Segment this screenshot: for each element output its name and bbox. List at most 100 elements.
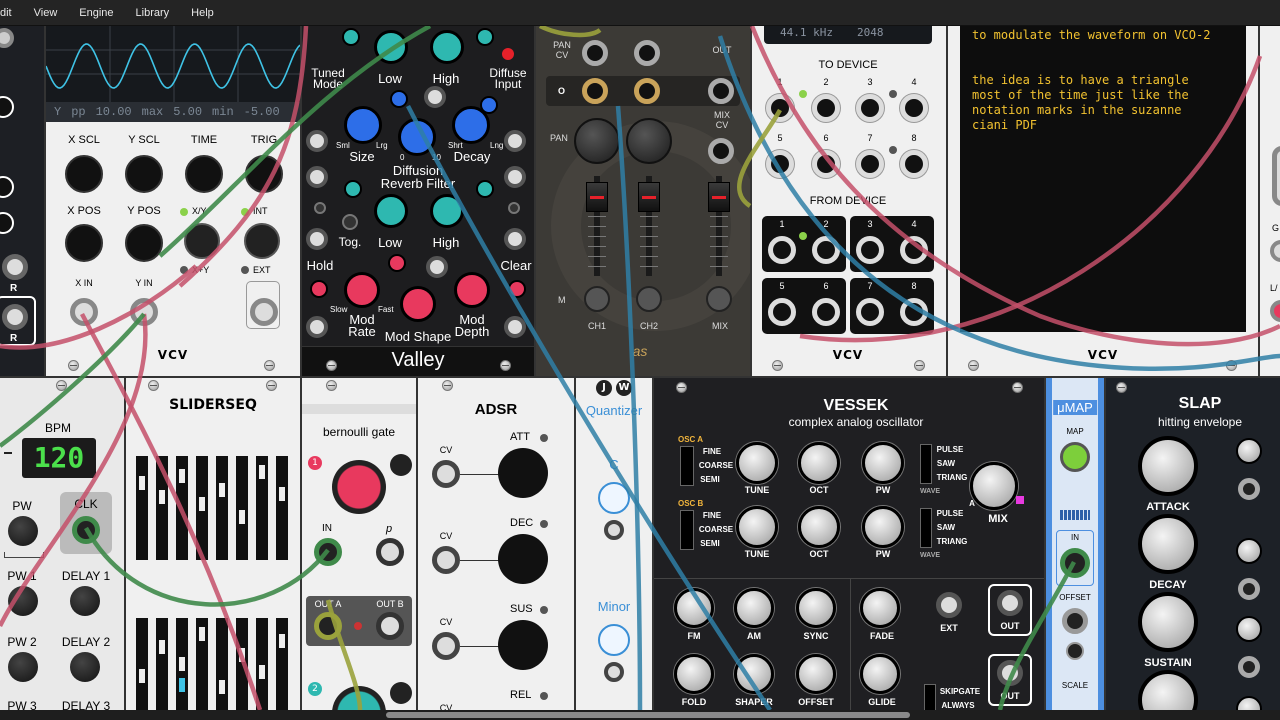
root-cv-jack[interactable]: [604, 520, 624, 540]
menu-item-0[interactable]: dit: [0, 0, 23, 26]
audio-in-jack-4[interactable]: [900, 236, 928, 264]
jack[interactable]: [504, 130, 526, 152]
step-slider[interactable]: [276, 618, 288, 710]
sus-cv-jack[interactable]: [432, 632, 460, 660]
audio-out-jack-8[interactable]: [900, 150, 928, 178]
step-slider[interactable]: [176, 618, 188, 710]
x-scale-knob[interactable]: [65, 155, 103, 193]
range-switch-b[interactable]: [680, 510, 694, 550]
jack[interactable]: [426, 256, 448, 278]
mod-shape-knob[interactable]: [400, 286, 436, 322]
step-slider[interactable]: [276, 456, 288, 560]
slider-handle[interactable]: [199, 627, 205, 642]
step-slider[interactable]: [216, 618, 228, 710]
release-knob[interactable]: [1138, 670, 1198, 710]
channel-2-input[interactable]: [634, 78, 660, 104]
jack[interactable]: [306, 228, 328, 250]
audio-in-jack-5[interactable]: [768, 298, 796, 326]
bpm-display[interactable]: 120: [22, 438, 96, 478]
fold-knob[interactable]: [674, 654, 714, 694]
shaper-knob[interactable]: [734, 654, 774, 694]
step-slider[interactable]: [156, 456, 168, 560]
fader-handle[interactable]: [708, 182, 730, 212]
pw-knob-b[interactable]: [862, 506, 904, 548]
knob[interactable]: [390, 90, 408, 108]
pw-knob[interactable]: [8, 516, 38, 546]
pan-cv-jack-2[interactable]: [634, 40, 660, 66]
y-in-jack[interactable]: [130, 298, 158, 326]
jack[interactable]: [0, 28, 14, 48]
mod-rate-knob[interactable]: [344, 272, 380, 308]
menu-item-3[interactable]: Library: [125, 0, 181, 26]
jack[interactable]: [504, 166, 526, 188]
slider-handle[interactable]: [279, 486, 285, 501]
decay-knob[interactable]: [1138, 514, 1198, 574]
fader-handle[interactable]: [638, 182, 660, 212]
step-slider[interactable]: [236, 456, 248, 560]
out-a-jack[interactable]: [314, 612, 342, 640]
probability-knob-1[interactable]: [332, 460, 386, 514]
step-slider[interactable]: [136, 618, 148, 710]
delay1-knob[interactable]: [70, 586, 100, 616]
knob[interactable]: [342, 28, 360, 46]
glide-mode-switch[interactable]: [924, 684, 936, 710]
trigger-button-1[interactable]: [390, 454, 412, 476]
slider-handle[interactable]: [219, 680, 225, 695]
in-jack[interactable]: [1060, 548, 1090, 578]
slider-handle[interactable]: [139, 668, 145, 683]
step-slider[interactable]: [156, 618, 168, 710]
jack[interactable]: [1272, 146, 1280, 206]
step-slider[interactable]: [196, 456, 208, 560]
cv-attenuator-knob[interactable]: [1236, 616, 1262, 642]
offset-knob[interactable]: [796, 654, 836, 694]
mix-out-jack[interactable]: [708, 78, 734, 104]
out-b-jack[interactable]: [376, 612, 404, 640]
wave-switch-b[interactable]: [920, 508, 932, 548]
step-slider[interactable]: [216, 456, 228, 560]
cv-jack[interactable]: [1238, 478, 1260, 500]
sync-knob[interactable]: [796, 588, 836, 628]
slider-handle[interactable]: [199, 496, 205, 511]
audio-in-jack-2[interactable]: [812, 236, 840, 264]
knob[interactable]: [476, 180, 494, 198]
audio-out-jack-6[interactable]: [812, 150, 840, 178]
high-cut-knob[interactable]: [430, 30, 464, 64]
slider-handle[interactable]: [279, 633, 285, 648]
size-knob[interactable]: [344, 106, 382, 144]
tune-knob-b[interactable]: [736, 506, 778, 548]
step-slider[interactable]: [256, 456, 268, 560]
audio-out-jack-3[interactable]: [856, 94, 884, 122]
jack[interactable]: [504, 228, 526, 250]
audio-out-jack-1[interactable]: [766, 94, 794, 122]
decay-knob[interactable]: [452, 106, 490, 144]
fade-knob[interactable]: [860, 588, 900, 628]
out-jack-1[interactable]: [997, 590, 1023, 616]
step-slider[interactable]: [256, 618, 268, 710]
audio-in-jack-6[interactable]: [812, 298, 840, 326]
att-knob[interactable]: [498, 448, 548, 498]
x-pos-knob[interactable]: [65, 224, 103, 262]
ext-jack[interactable]: [936, 592, 962, 618]
audio-in-jack-3[interactable]: [856, 236, 884, 264]
menu-item-1[interactable]: View: [23, 0, 69, 26]
audio-out-jack-5[interactable]: [766, 150, 794, 178]
jack[interactable]: [504, 316, 526, 338]
audio-out-jack-2[interactable]: [812, 94, 840, 122]
cv-attenuator-knob[interactable]: [1236, 538, 1262, 564]
glide-knob[interactable]: [860, 654, 900, 694]
oct-knob-b[interactable]: [798, 506, 840, 548]
map-button[interactable]: [1060, 442, 1090, 472]
att-cv-jack[interactable]: [432, 460, 460, 488]
audio-out-jack-4[interactable]: [900, 94, 928, 122]
slider-handle[interactable]: [219, 483, 225, 497]
slider-handle[interactable]: [159, 490, 165, 505]
notes-text-area[interactable]: to modulate the waveform on VCO-2 the ide…: [960, 26, 1246, 332]
audio-out-jack-7[interactable]: [856, 150, 884, 178]
fader-handle[interactable]: [586, 182, 608, 212]
slider-handle[interactable]: [139, 475, 145, 490]
jack[interactable]: [306, 166, 328, 188]
dec-cv-jack[interactable]: [432, 546, 460, 574]
diffusion-knob[interactable]: [398, 118, 436, 156]
knob[interactable]: [0, 176, 14, 198]
y-pos-knob[interactable]: [125, 224, 163, 262]
